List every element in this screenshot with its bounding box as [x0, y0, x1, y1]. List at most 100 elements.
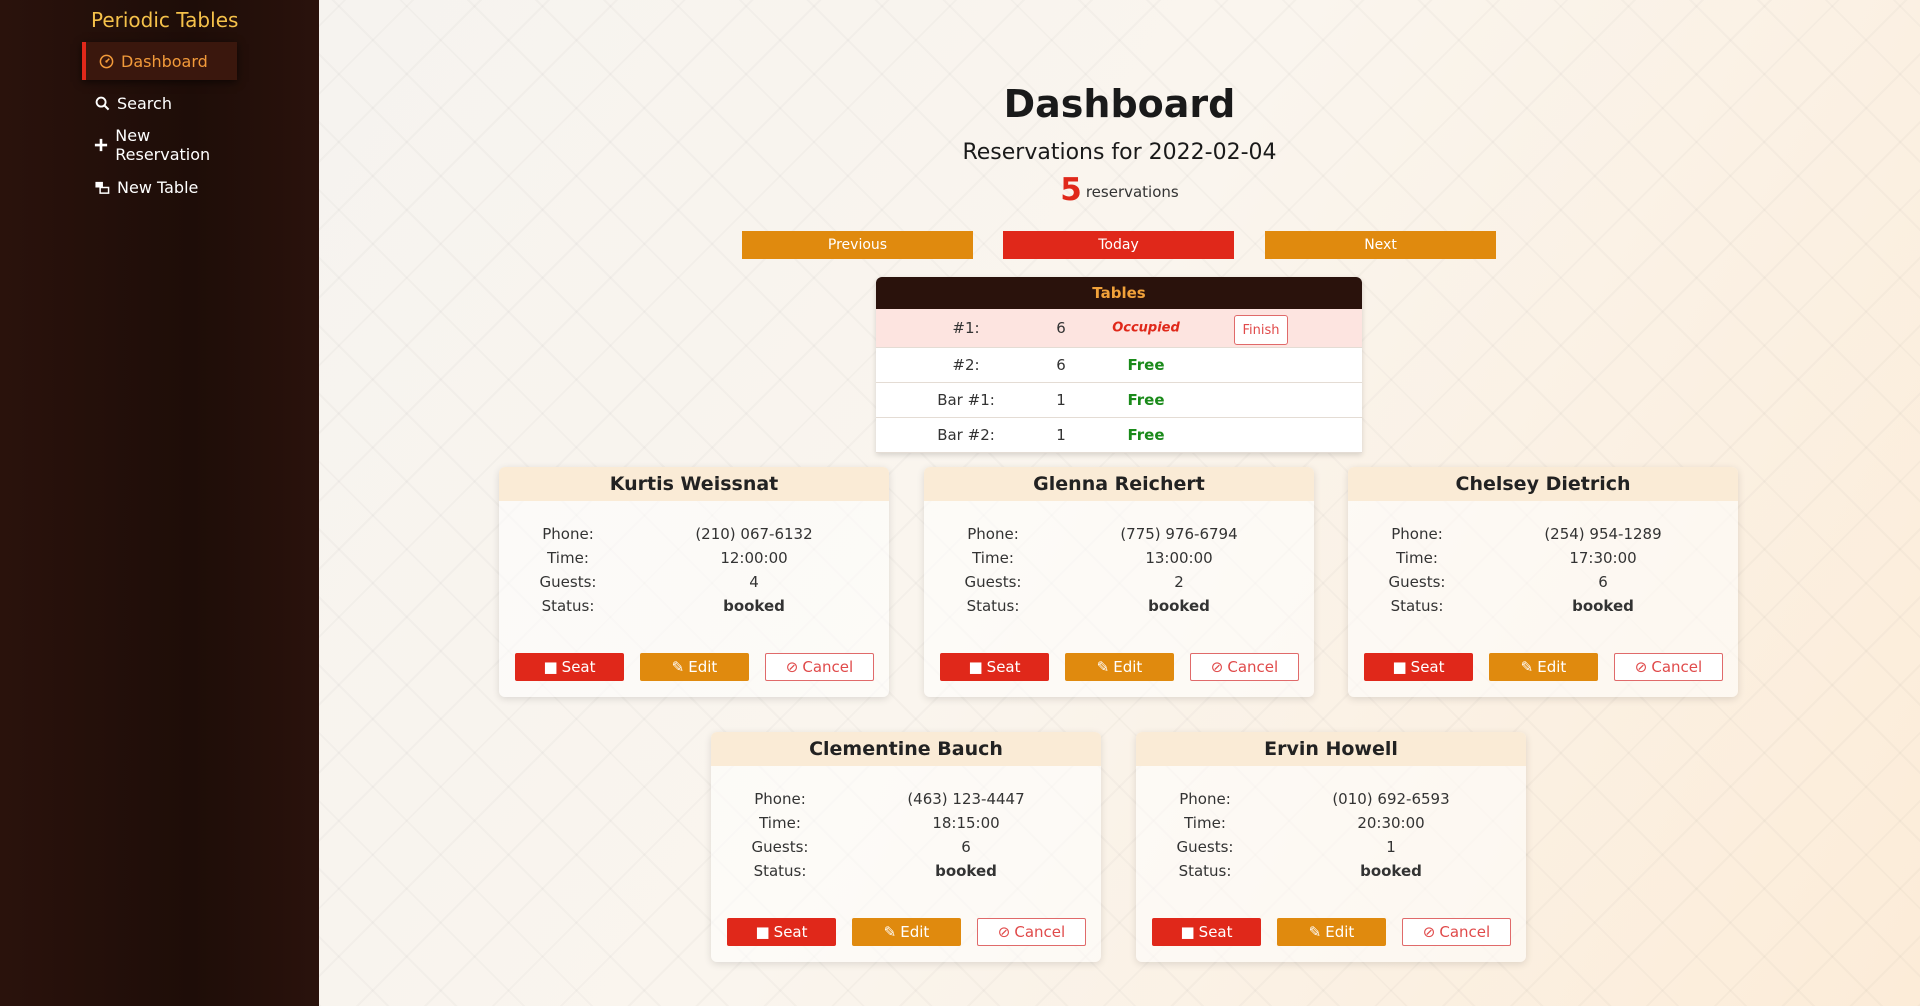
- seat-icon: ■: [1180, 923, 1195, 941]
- status-value: booked: [1360, 862, 1422, 880]
- seat-label: Seat: [773, 923, 808, 941]
- seat-button[interactable]: ■ Seat: [1364, 653, 1473, 681]
- guests-value: 4: [749, 573, 759, 591]
- table-row: Bar #1: 1 Free: [876, 383, 1362, 418]
- phone-value: (254) 954-1289: [1544, 525, 1662, 543]
- time-value: 20:30:00: [1357, 814, 1425, 832]
- seat-button[interactable]: ■ Seat: [1152, 918, 1261, 946]
- reservation-count-number: 5: [1060, 172, 1082, 208]
- cancel-button[interactable]: ⊘ Cancel: [1402, 918, 1511, 946]
- tables-icon: [93, 178, 111, 196]
- reservation-count: 5 reservations: [319, 172, 1920, 208]
- ban-icon: ⊘: [997, 923, 1011, 941]
- phone-label: Phone:: [1179, 790, 1231, 808]
- status-label: Status:: [1390, 597, 1444, 615]
- ban-icon: ⊘: [1422, 923, 1436, 941]
- edit-button[interactable]: ✎ Edit: [1065, 653, 1174, 681]
- time-value: 13:00:00: [1145, 549, 1213, 567]
- time-label: Time:: [547, 549, 589, 567]
- pencil-icon: ✎: [671, 658, 685, 676]
- reservation-card: Glenna Reichert Phone: (775) 976-6794 Ti…: [924, 467, 1314, 697]
- brand-title[interactable]: Periodic Tables: [91, 8, 238, 32]
- ban-icon: ⊘: [1210, 658, 1224, 676]
- guests-label: Guests:: [1388, 573, 1446, 591]
- cancel-button[interactable]: ⊘ Cancel: [977, 918, 1086, 946]
- status-value: booked: [723, 597, 785, 615]
- today-button[interactable]: Today: [1003, 231, 1234, 259]
- phone-label: Phone:: [967, 525, 1019, 543]
- table-status: Free: [1127, 356, 1165, 374]
- table-capacity: 6: [1056, 356, 1066, 374]
- seat-button[interactable]: ■ Seat: [515, 653, 624, 681]
- sidebar-item-search[interactable]: Search: [82, 84, 237, 122]
- pencil-icon: ✎: [1308, 923, 1322, 941]
- table-name: Bar #1:: [937, 391, 995, 409]
- time-label: Time:: [972, 549, 1014, 567]
- phone-value: (775) 976-6794: [1120, 525, 1238, 543]
- ban-icon: ⊘: [1634, 658, 1648, 676]
- next-button[interactable]: Next: [1265, 231, 1496, 259]
- edit-button[interactable]: ✎ Edit: [1277, 918, 1386, 946]
- cancel-label: Cancel: [802, 658, 854, 676]
- phone-label: Phone:: [754, 790, 806, 808]
- table-name: #1:: [952, 319, 980, 337]
- cancel-button[interactable]: ⊘ Cancel: [1190, 653, 1299, 681]
- guests-label: Guests:: [964, 573, 1022, 591]
- finish-button[interactable]: Finish: [1234, 315, 1288, 345]
- reservation-card: Ervin Howell Phone: (010) 692-6593 Time:…: [1136, 732, 1526, 962]
- reservation-card: Kurtis Weissnat Phone: (210) 067-6132 Ti…: [499, 467, 889, 697]
- ban-icon: ⊘: [785, 658, 799, 676]
- time-label: Time:: [1184, 814, 1226, 832]
- edit-label: Edit: [900, 923, 930, 941]
- cancel-label: Cancel: [1014, 923, 1066, 941]
- reservation-name: Ervin Howell: [1136, 732, 1526, 766]
- time-label: Time:: [1396, 549, 1438, 567]
- time-label: Time:: [759, 814, 801, 832]
- status-value: booked: [1148, 597, 1210, 615]
- cancel-button[interactable]: ⊘ Cancel: [1614, 653, 1723, 681]
- status-label: Status:: [966, 597, 1020, 615]
- table-row: #2: 6 Free: [876, 348, 1362, 383]
- phone-label: Phone:: [1391, 525, 1443, 543]
- table-status: Free: [1127, 391, 1165, 409]
- table-capacity: 1: [1056, 426, 1066, 444]
- table-name: #2:: [952, 356, 980, 374]
- guests-label: Guests:: [1176, 838, 1234, 856]
- sidebar-item-label: Dashboard: [121, 51, 208, 71]
- sidebar-item-dashboard[interactable]: Dashboard: [82, 42, 237, 80]
- edit-button[interactable]: ✎ Edit: [640, 653, 749, 681]
- table-row: Bar #2: 1 Free: [876, 418, 1362, 453]
- guests-value: 6: [961, 838, 971, 856]
- guests-label: Guests:: [751, 838, 809, 856]
- seat-icon: ■: [968, 658, 983, 676]
- table-status: Occupied: [1112, 320, 1180, 336]
- cancel-button[interactable]: ⊘ Cancel: [765, 653, 874, 681]
- pencil-icon: ✎: [883, 923, 897, 941]
- tables-heading: Tables: [876, 277, 1362, 309]
- reservation-name: Clementine Bauch: [711, 732, 1101, 766]
- previous-button[interactable]: Previous: [742, 231, 973, 259]
- seat-button[interactable]: ■ Seat: [727, 918, 836, 946]
- table-capacity: 6: [1056, 319, 1066, 337]
- edit-button[interactable]: ✎ Edit: [852, 918, 961, 946]
- guests-value: 6: [1598, 573, 1608, 591]
- reservation-count-label: reservations: [1085, 183, 1179, 201]
- main-content: Dashboard Reservations for 2022-02-04 5r…: [319, 0, 1920, 1006]
- edit-label: Edit: [1113, 658, 1143, 676]
- sidebar: Periodic Tables Dashboard Search New Res…: [0, 0, 319, 1006]
- seat-button[interactable]: ■ Seat: [940, 653, 1049, 681]
- table-name: Bar #2:: [937, 426, 995, 444]
- status-label: Status:: [1178, 862, 1232, 880]
- sidebar-item-label: New Table: [117, 177, 199, 197]
- edit-button[interactable]: ✎ Edit: [1489, 653, 1598, 681]
- table-row: #1: 6 Occupied Finish: [876, 309, 1362, 348]
- status-label: Status:: [541, 597, 595, 615]
- seat-label: Seat: [1410, 658, 1445, 676]
- page-title: Dashboard: [1003, 82, 1236, 126]
- sidebar-item-new-reservation[interactable]: New Reservation: [82, 126, 237, 164]
- phone-value: (463) 123-4447: [907, 790, 1025, 808]
- guests-value: 2: [1174, 573, 1184, 591]
- sidebar-item-new-table[interactable]: New Table: [82, 168, 237, 206]
- cancel-label: Cancel: [1651, 658, 1703, 676]
- guests-value: 1: [1386, 838, 1396, 856]
